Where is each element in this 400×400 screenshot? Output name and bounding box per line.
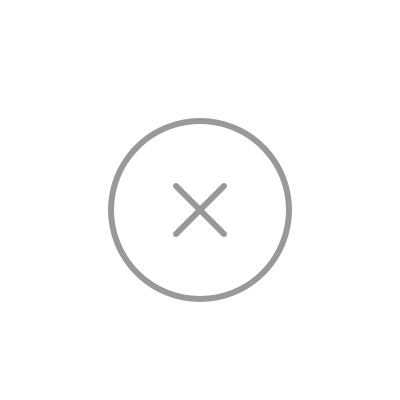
close-button[interactable] [108, 118, 292, 302]
page-canvas [0, 0, 400, 400]
close-icon [173, 183, 227, 237]
close-circle-icon [108, 118, 292, 302]
